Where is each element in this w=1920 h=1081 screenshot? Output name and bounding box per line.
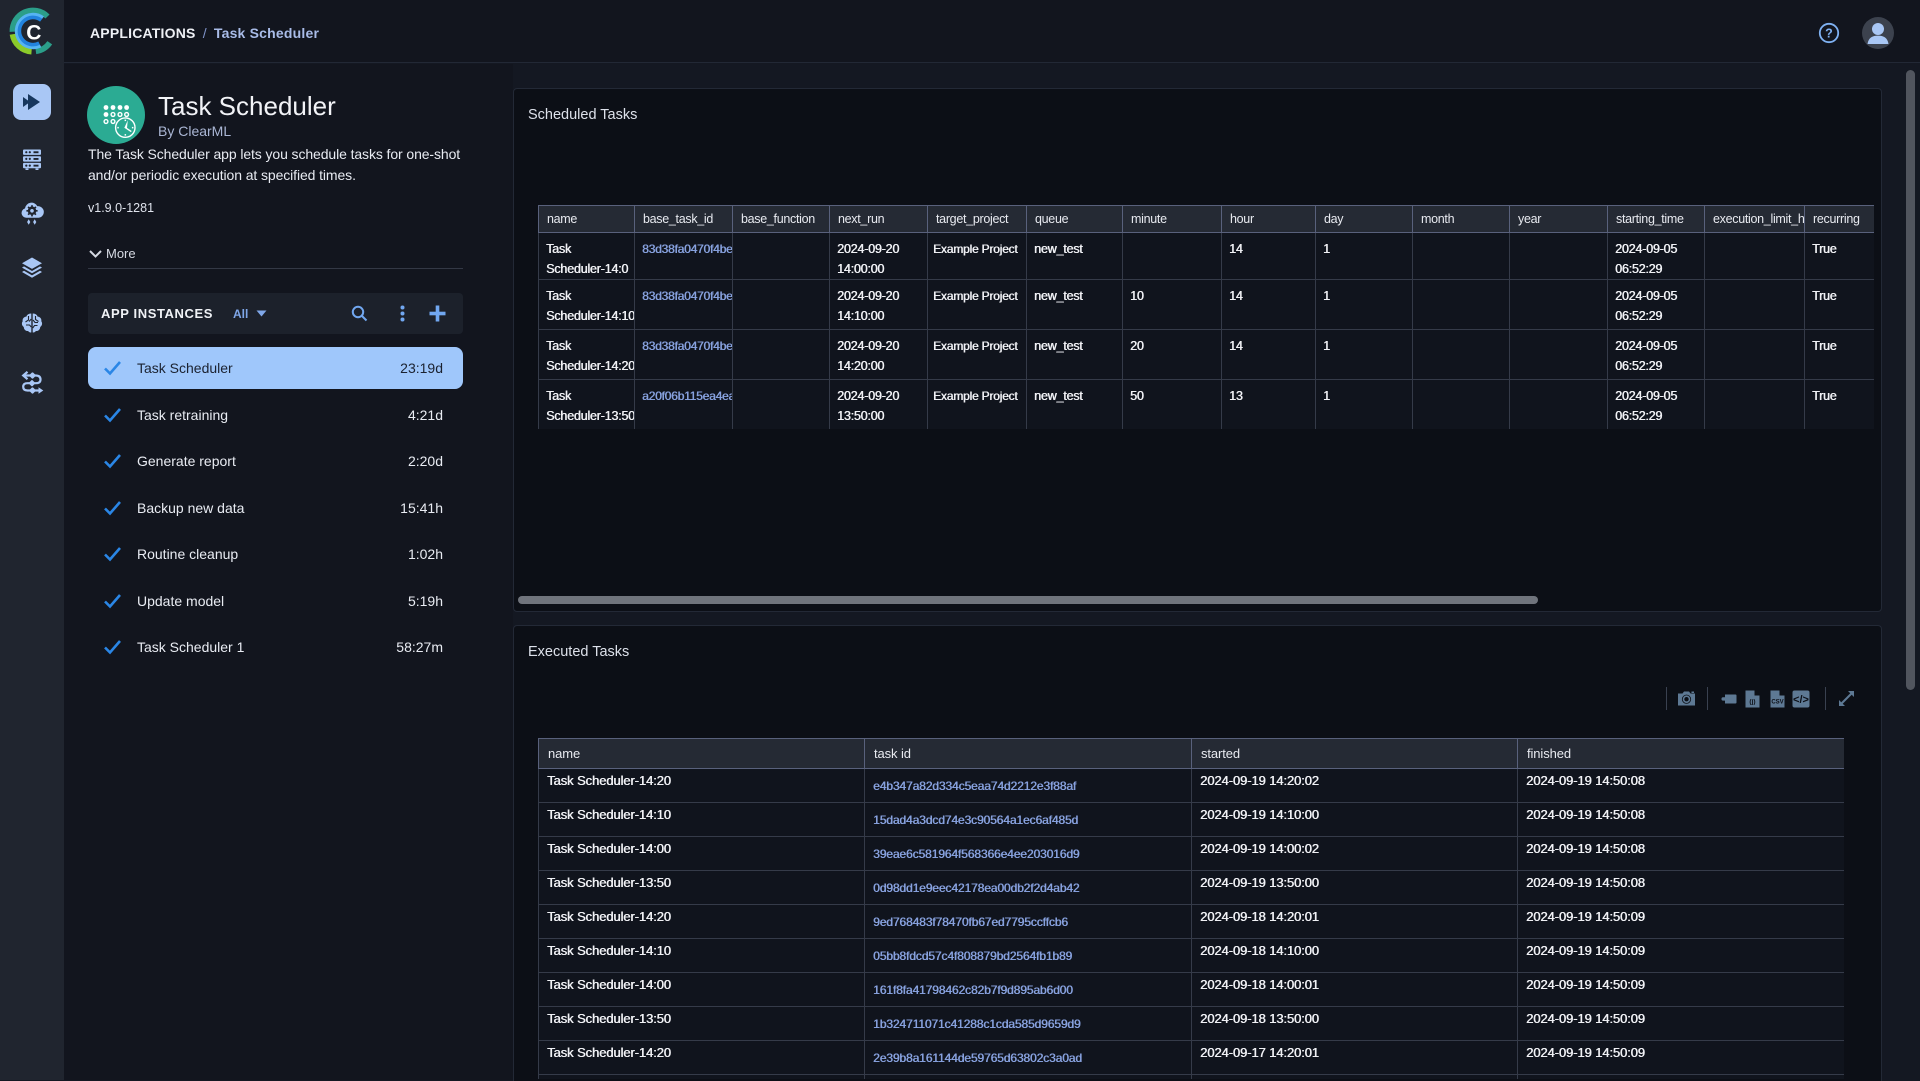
- svg-text:(j): (j): [1749, 699, 1755, 706]
- svg-text:?: ?: [1825, 27, 1833, 41]
- svg-text:</>: </>: [1793, 694, 1809, 706]
- svg-text:CSV: CSV: [1771, 700, 1783, 706]
- svg-text:C: C: [26, 22, 41, 45]
